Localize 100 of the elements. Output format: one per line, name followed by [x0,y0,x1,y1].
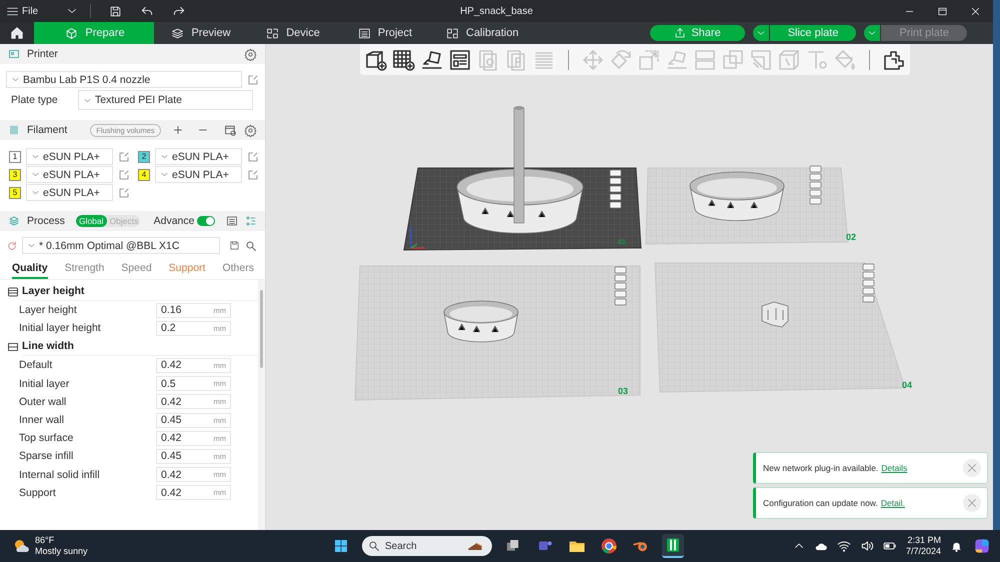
close-icon [966,462,978,474]
settings-tab[interactable]: Strength [64,262,122,279]
search-field[interactable]: Search [362,536,492,556]
edit-icon[interactable] [247,150,259,162]
filament-dropdown[interactable]: eSUN PLA+ [26,166,113,183]
settings-tab[interactable]: Speed [121,262,169,279]
scrollbar[interactable] [260,290,263,368]
home-icon [10,26,24,40]
windows-icon [333,538,349,554]
clock[interactable]: 2:31 PM 7/7/2024 [906,535,941,557]
save-icon[interactable] [109,4,122,18]
advance-toggle[interactable] [197,216,215,226]
document-icon [504,48,528,72]
weather-icon [12,537,30,555]
clone-icon [476,48,500,72]
close-icon[interactable] [970,6,981,16]
reset-icon[interactable] [7,240,17,250]
caret-icon [11,75,20,84]
dropdown-button[interactable] [864,25,880,41]
speaker-icon[interactable] [860,539,874,553]
field-label: Plate type [10,94,59,106]
setting-label: Layer height [19,304,78,316]
close-icon [966,497,978,509]
edit-icon[interactable] [247,74,259,86]
paint-bucket-icon [833,48,857,72]
close-button[interactable] [963,459,981,477]
edit-icon[interactable] [247,168,259,180]
calibration-icon [446,26,459,40]
section-title: Filament [27,124,68,136]
add-plate-tool[interactable] [392,48,416,72]
list-icon [358,26,371,40]
save-icon[interactable] [229,240,240,251]
model-part[interactable] [762,302,788,328]
maximize-icon[interactable] [937,6,948,16]
filament-icon [8,124,20,136]
setting-label: Default [19,359,54,372]
home-button[interactable] [0,22,34,44]
split-icon [693,48,717,72]
add-icon[interactable] [172,124,184,136]
setting-label: Inner wall [19,414,65,426]
settings-tab[interactable]: Others [222,262,265,279]
bowl-model[interactable] [444,300,518,342]
axes-icon [410,227,425,249]
plate-tools-icon[interactable] [610,170,622,208]
tab[interactable]: Calibration [430,22,533,44]
bell-icon[interactable] [950,540,963,552]
slicer-app-icon [665,537,681,553]
plate-type-dropdown[interactable]: Textured PEI Plate [78,90,253,110]
filament-number: 4 [138,168,150,180]
caret-icon [27,241,36,250]
setting-label: Top surface [19,432,74,444]
file-menu[interactable]: File [6,4,38,18]
setting-label: Sparse infill [19,450,74,462]
redo-icon[interactable] [172,4,186,18]
plate-tools-icon[interactable] [810,166,822,204]
notification-link[interactable]: Detail. [880,498,905,508]
notification-link[interactable]: Details [881,463,908,473]
arrange-tool[interactable] [448,48,472,72]
support-paint-icon [749,48,773,72]
tab[interactable]: Device [246,22,338,44]
filament-dropdown[interactable]: eSUN PLA+ [26,184,113,201]
process-dropdown[interactable]: * 0.16mm Optimal @BBL X1C [22,237,220,254]
setting-label: Initial layer [19,378,70,390]
section-title: Process [27,215,65,227]
edit-icon[interactable] [118,168,130,180]
process-icon [8,215,20,227]
layers-icon [171,26,184,40]
group-title: Line width [22,337,258,356]
dropdown-button[interactable] [752,25,769,41]
plate-tools-icon[interactable] [614,266,626,306]
list-icon[interactable] [226,215,238,227]
tab[interactable]: Preview [154,22,246,44]
settings-tab[interactable]: Quality [12,262,48,279]
edit-icon[interactable] [118,150,130,162]
settings-icon[interactable] [244,124,257,136]
bowl-model[interactable] [456,168,584,234]
plate-number: 02 [846,232,856,242]
line-width-icon [7,340,19,353]
edit-icon[interactable] [118,186,130,198]
search-icon[interactable] [245,240,257,252]
add-plate-icon [392,48,416,72]
search-icon [368,540,380,552]
close-button[interactable] [963,494,981,512]
arrange-icon [448,48,472,72]
taskbar-app[interactable] [662,534,684,558]
printer-dropdown[interactable]: Bambu Lab P1S 0.4 nozzle [6,71,242,88]
filament-dropdown[interactable]: eSUN PLA+ [155,166,242,183]
filament-dropdown[interactable]: eSUN PLA+ [155,148,242,165]
setting-label: Support [19,486,57,499]
tab[interactable]: Project [338,22,430,44]
move-icon [581,48,605,72]
settings-icon[interactable] [244,48,257,60]
cube-icon [65,26,78,40]
wifi-icon[interactable] [836,539,851,553]
bowl-model[interactable] [690,172,784,221]
notification-text: Configuration can update now. [763,498,878,508]
filament-number: 5 [9,186,21,198]
undo-icon[interactable] [140,4,154,18]
cube-icon [777,48,801,72]
filament-dropdown[interactable]: eSUN PLA+ [26,148,113,165]
